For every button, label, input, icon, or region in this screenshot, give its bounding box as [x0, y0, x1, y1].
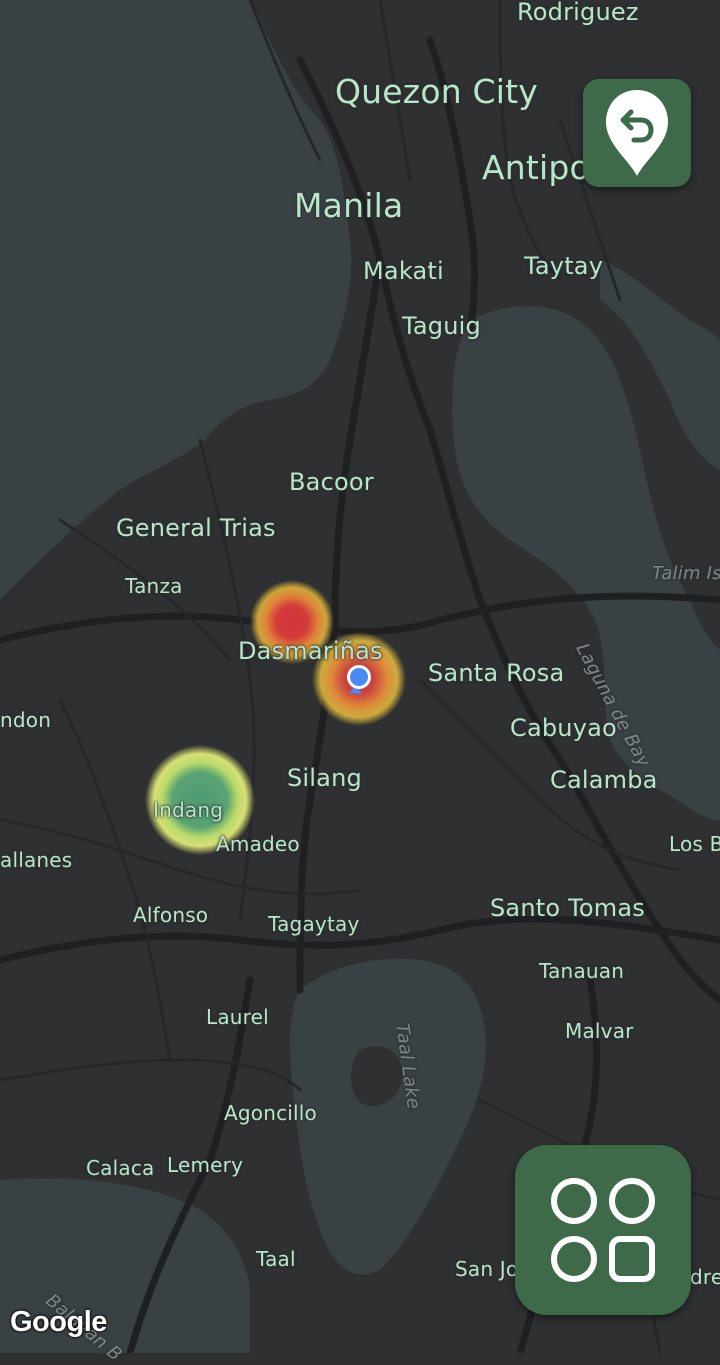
label-makati: Makati [363, 257, 444, 285]
label-lemery: Lemery [167, 1153, 244, 1177]
label-naic: ndon [0, 708, 52, 732]
label-quezon-city: Quezon City [335, 72, 538, 111]
label-taguig: Taguig [402, 312, 481, 340]
label-calamba: Calamba [550, 766, 658, 794]
label-alfonso: Alfonso [133, 903, 209, 927]
label-manila: Manila [294, 186, 404, 225]
apps-button[interactable] [515, 1145, 691, 1315]
label-bacoor: Bacoor [289, 468, 374, 496]
label-dasmarinas: Dasmariñas [238, 637, 383, 665]
label-santa-rosa: Santa Rosa [428, 659, 565, 687]
label-andres: dre [690, 1265, 720, 1289]
label-santo-tomas: Santo Tomas [490, 894, 645, 922]
label-taal: Taal [256, 1247, 296, 1271]
label-taytay: Taytay [524, 252, 604, 280]
label-amadeo: Amadeo [216, 832, 300, 856]
label-calaca: Calaca [86, 1156, 155, 1180]
label-general-trias: General Trias [116, 514, 276, 542]
recenter-button[interactable] [583, 79, 691, 187]
label-cabuyao: Cabuyao [510, 714, 617, 742]
label-san-jose: San Jo [455, 1257, 519, 1281]
label-antipolo: Antipo [482, 148, 590, 187]
label-los-banos: Los B [669, 832, 720, 856]
label-indang: Indang [153, 798, 224, 822]
label-laurel: Laurel [206, 1005, 269, 1029]
label-tagaytay: Tagaytay [268, 912, 360, 936]
label-malvar: Malvar [565, 1019, 634, 1043]
label-tanauan: Tanauan [539, 959, 625, 983]
label-agoncillo: Agoncillo [224, 1101, 317, 1125]
label-rodriguez: Rodriguez [517, 0, 639, 26]
label-tanza: Tanza [125, 574, 183, 598]
label-talim-island: Talim Is [652, 563, 720, 584]
location-return-icon [606, 90, 668, 176]
label-magallanes: allanes [0, 848, 73, 872]
google-attribution: Google [10, 1306, 107, 1338]
label-silang: Silang [287, 764, 362, 792]
apps-grid-icon [551, 1178, 655, 1282]
